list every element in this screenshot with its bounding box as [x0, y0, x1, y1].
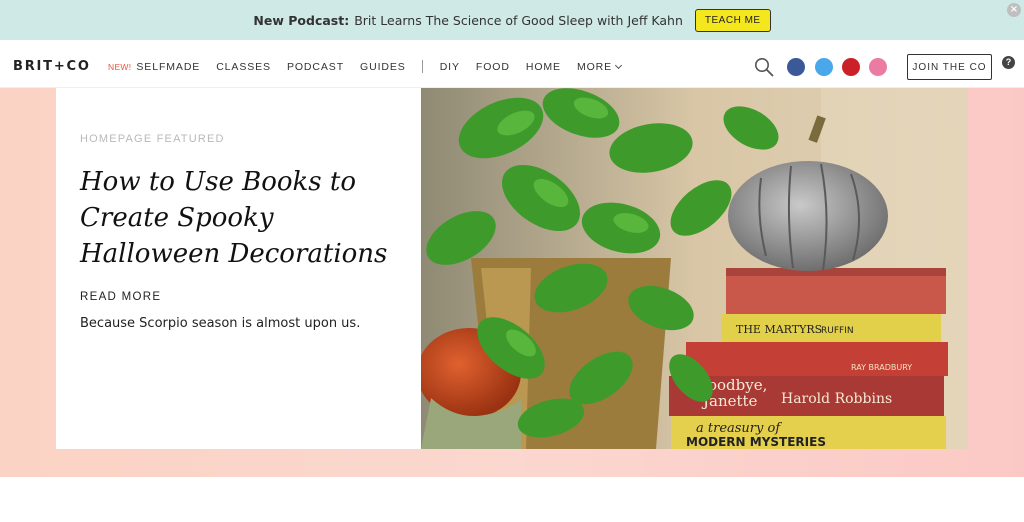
site-logo[interactable]: BRIT+CO [13, 59, 91, 74]
svg-text:RAY BRADBURY: RAY BRADBURY [851, 363, 912, 372]
more-label: MORE [576, 60, 613, 73]
join-the-co-button[interactable]: JOIN THE CO [907, 54, 992, 80]
twitter-icon[interactable] [815, 58, 833, 76]
svg-text:THE MARTYRS: THE MARTYRS [736, 323, 822, 336]
svg-text:Harold Robbins: Harold Robbins [781, 391, 892, 407]
nav-link-home[interactable]: HOME [526, 61, 561, 73]
teach-me-button[interactable]: TEACH ME [694, 8, 771, 32]
nav-links: NEW! SELFMADE CLASSES PODCAST GUIDES DIY… [108, 60, 623, 73]
svg-text:RUFFIN: RUFFIN [821, 326, 854, 336]
nav-link-selfmade[interactable]: SELFMADE [136, 61, 200, 73]
pinterest-icon[interactable] [842, 58, 860, 76]
read-more-link[interactable]: READ MORE [80, 291, 162, 309]
nav-link-guides[interactable]: GUIDES [360, 61, 406, 73]
nav-link-diy[interactable]: DIY [440, 61, 460, 73]
featured-dek: Because Scorpio season is almost upon us… [80, 316, 361, 331]
svg-text:a treasury of: a treasury of [696, 421, 782, 436]
banner-text[interactable]: Brit Learns The Science of Good Sleep wi… [354, 13, 683, 28]
nav-link-classes[interactable]: CLASSES [216, 61, 271, 73]
featured-headline[interactable]: How to Use Books to Create Spooky Hallow… [80, 164, 410, 272]
promo-banner: New Podcast: Brit Learns The Science of … [0, 0, 1024, 40]
svg-text:MODERN MYSTERIES: MODERN MYSTERIES [686, 435, 826, 449]
banner-label: New Podcast: [253, 12, 350, 28]
read-more-label: READ MORE [80, 291, 162, 303]
chevron-down-icon [615, 61, 623, 69]
new-badge: NEW! [108, 61, 132, 72]
nav-divider [421, 60, 423, 73]
search-icon[interactable] [754, 57, 774, 77]
grey-pumpkin [728, 161, 888, 271]
featured-photo: THE MARTYRS RUFFIN RAY BRADBURY Goodbye,… [421, 88, 968, 449]
help-icon[interactable]: ? [1002, 56, 1015, 69]
instagram-icon[interactable] [869, 58, 887, 76]
featured-image[interactable]: THE MARTYRS RUFFIN RAY BRADBURY Goodbye,… [421, 88, 968, 449]
nav-link-food[interactable]: FOOD [476, 61, 510, 73]
featured-card: HOMEPAGE FEATURED How to Use Books to Cr… [56, 88, 421, 449]
nav-link-podcast[interactable]: PODCAST [287, 61, 344, 73]
close-icon[interactable]: × [1007, 3, 1021, 17]
featured-kicker: HOMEPAGE FEATURED [80, 133, 225, 145]
more-menu[interactable]: MORE [576, 60, 623, 73]
facebook-icon[interactable] [787, 58, 805, 76]
read-more-highlight [82, 303, 162, 309]
